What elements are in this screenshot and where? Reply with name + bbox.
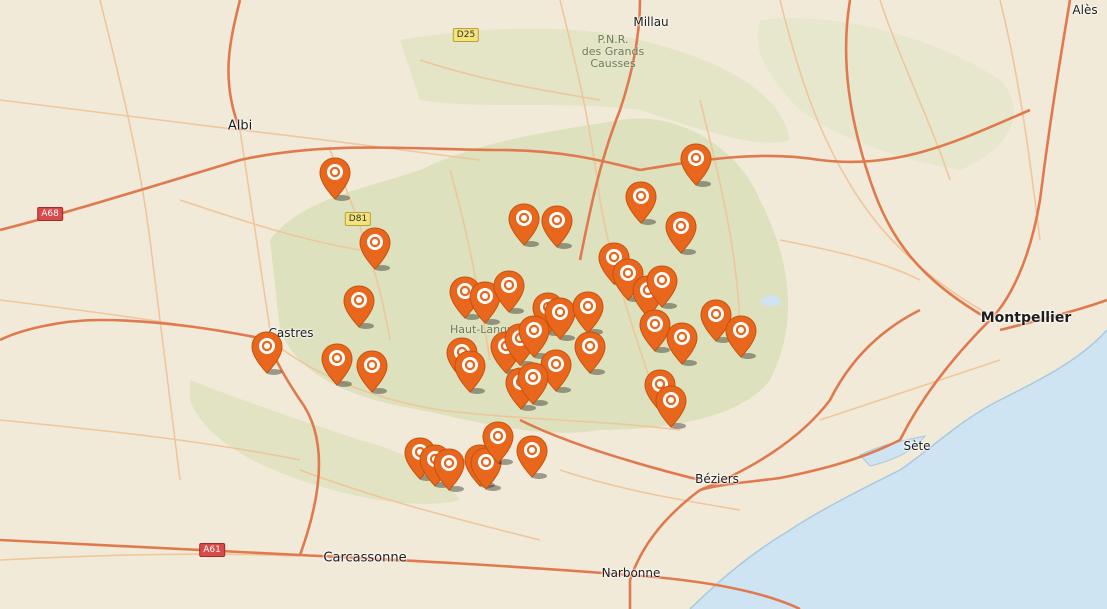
city-label-beziers: Béziers — [695, 472, 739, 486]
road-shield-d25: D25 — [452, 28, 480, 42]
map-marker-pin-icon[interactable] — [250, 330, 284, 376]
map-view[interactable]: P.N.R. des Grands Causses Haut-Langu D25 D81… — [0, 0, 1107, 609]
map-marker-pin-icon[interactable] — [358, 226, 392, 272]
city-label-millau: Millau — [633, 15, 669, 29]
map-marker-pin-icon[interactable] — [507, 202, 541, 248]
map-marker-pin-icon[interactable] — [355, 349, 389, 395]
map-marker-pin-icon[interactable] — [342, 284, 376, 330]
city-label-carcassonne: Carcassonne — [323, 550, 407, 566]
map-marker-pin-icon[interactable] — [515, 434, 549, 480]
city-label-montpellier: Montpellier — [980, 310, 1072, 326]
city-label-ales: Alès — [1072, 3, 1098, 17]
map-marker-pin-icon[interactable] — [665, 321, 699, 367]
map-marker-pin-icon[interactable] — [492, 269, 526, 315]
map-marker-pin-icon[interactable] — [679, 142, 713, 188]
map-marker-pin-icon[interactable] — [724, 314, 758, 360]
map-marker-pin-icon[interactable] — [540, 204, 574, 250]
park-label-line: Causses — [590, 57, 636, 70]
map-marker-pin-icon[interactable] — [624, 180, 658, 226]
map-marker-pin-icon[interactable] — [320, 342, 354, 388]
map-marker-pin-icon[interactable] — [481, 420, 515, 466]
park-label-grands-causses: P.N.R. des Grands Causses — [582, 34, 644, 70]
map-marker-pin-icon[interactable] — [453, 349, 487, 395]
road-shield-a61: A61 — [199, 543, 225, 557]
city-label-albi: Albi — [227, 118, 253, 134]
map-marker-pin-icon[interactable] — [516, 361, 550, 407]
city-label-narbonne: Narbonne — [601, 566, 661, 580]
city-label-sete: Sète — [903, 439, 931, 453]
road-shield-d81: D81 — [344, 212, 372, 226]
road-shield-a68: A68 — [37, 207, 63, 221]
map-marker-pin-icon[interactable] — [645, 264, 679, 310]
map-marker-pin-icon[interactable] — [318, 156, 352, 202]
map-marker-pin-icon[interactable] — [654, 384, 688, 430]
map-marker-pin-icon[interactable] — [573, 330, 607, 376]
map-marker-pin-icon[interactable] — [664, 210, 698, 256]
map-marker-pin-icon[interactable] — [432, 447, 466, 493]
